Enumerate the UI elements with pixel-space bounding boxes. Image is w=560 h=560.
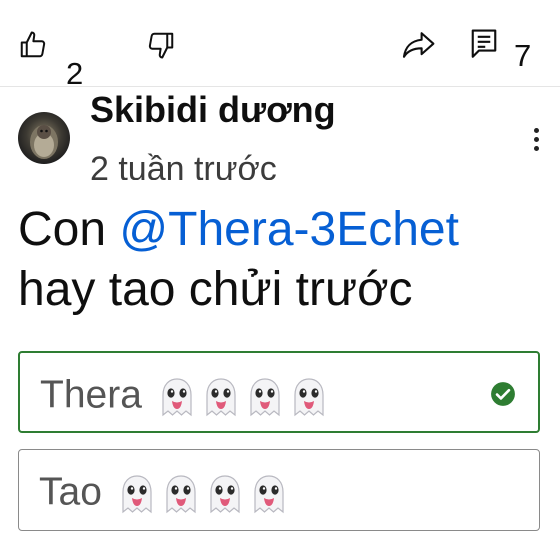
share-icon — [402, 32, 435, 58]
comment-text-prefix: Con — [18, 203, 120, 256]
comment-text: Con @Thera-3Echet hay tao chửi trước — [18, 200, 548, 320]
poll-option-2-label: Tao — [39, 470, 102, 514]
ghost-emoji-icon — [199, 375, 243, 419]
mention-link[interactable]: @Thera-3Echet — [119, 203, 459, 256]
comment-text-suffix: hay tao chửi trước — [18, 263, 413, 316]
comment-timestamp: 2 tuần trước — [90, 150, 277, 180]
poll-option-2[interactable]: Tao — [18, 449, 540, 531]
ghost-emoji-icon — [243, 375, 287, 419]
avatar[interactable] — [18, 112, 70, 164]
ghost-emoji-icon — [115, 472, 159, 516]
share-button[interactable] — [402, 30, 436, 60]
check-circle-icon — [491, 382, 515, 406]
comments-button[interactable]: 7 — [470, 28, 531, 68]
thumbs-down-icon — [148, 32, 174, 59]
ghost-emoji-row — [155, 375, 331, 419]
ghost-emoji-row — [115, 472, 291, 516]
ghost-emoji-icon — [159, 472, 203, 516]
comment-author[interactable]: Skibidi dương — [90, 92, 336, 128]
poll-option-1[interactable]: Thera — [18, 351, 540, 433]
ghost-emoji-icon — [247, 472, 291, 516]
ghost-emoji-icon — [287, 375, 331, 419]
like-button[interactable]: 2 — [18, 30, 83, 86]
action-bar: 2 7 — [0, 0, 560, 87]
comment-icon — [471, 29, 497, 58]
more-vert-icon — [526, 128, 546, 151]
comment-header: Skibidi dương 2 tuần trước — [0, 86, 560, 182]
comment-count: 7 — [514, 40, 532, 68]
poll-option-1-label: Thera — [40, 373, 142, 417]
dislike-button[interactable] — [146, 30, 176, 60]
like-count: 2 — [66, 58, 84, 86]
ghost-emoji-icon — [203, 472, 247, 516]
timestamp-clip: 2 tuần trước — [90, 148, 350, 180]
poll-option-1-label-row: Thera — [40, 375, 331, 419]
avatar-image — [30, 125, 58, 159]
poll-option-2-label-row: Tao — [39, 472, 291, 516]
more-options-button[interactable] — [526, 128, 546, 156]
thumbs-up-icon — [20, 31, 46, 58]
ghost-emoji-icon — [155, 375, 199, 419]
